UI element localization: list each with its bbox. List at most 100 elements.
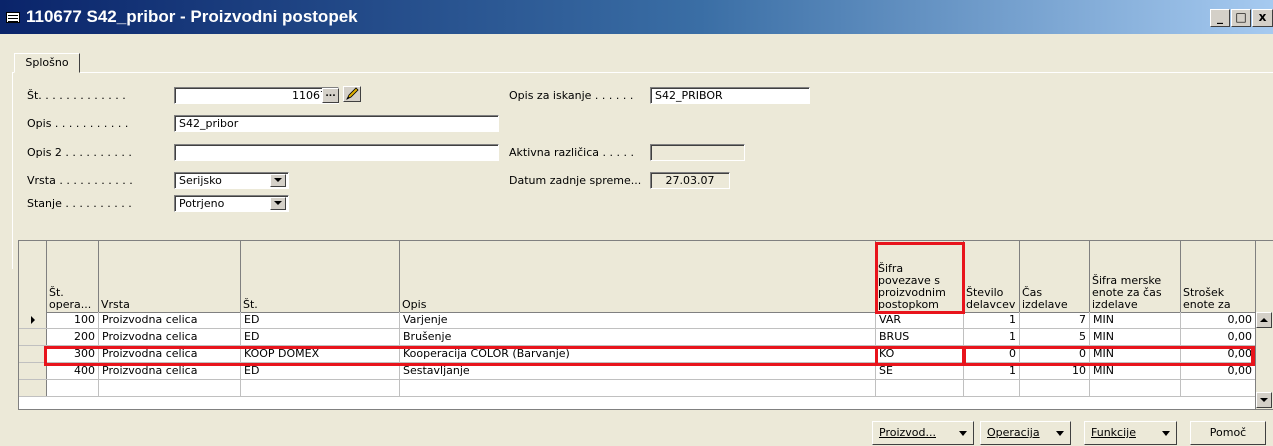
cell-empty[interactable] [47, 380, 99, 396]
cell-empty[interactable] [964, 380, 1020, 396]
cell-st-operacije[interactable]: 300 [47, 346, 99, 362]
header-stevilo-delavcev[interactable]: Število delavcev [964, 241, 1020, 312]
cell-sifra-merske-enote[interactable]: MIN [1090, 312, 1181, 328]
cell-stevilo-delavcev[interactable]: 1 [964, 312, 1020, 328]
cell-strosek-enote[interactable]: 0,00 [1181, 363, 1256, 379]
cell-empty[interactable] [99, 380, 241, 396]
cell-st-operacije[interactable]: 400 [47, 363, 99, 379]
cell-vrsta[interactable]: Proizvodna celica [99, 329, 241, 345]
opis2-field[interactable] [174, 144, 499, 161]
operations-grid[interactable]: Št. opera... Vrsta Št. Opis Šifra poveza… [18, 240, 1273, 410]
stanje-dropdown-button[interactable] [270, 197, 286, 210]
datum-field: 27.03.07 [650, 172, 730, 189]
scroll-down-button[interactable] [1256, 392, 1272, 408]
funkcije-menu-button[interactable]: Funkcije [1084, 421, 1177, 445]
st-field[interactable]: 110677 [174, 87, 339, 104]
table-row[interactable]: 200 Proizvodna celica ED Brušenje BRUS 1… [19, 329, 1273, 346]
header-sifra-povezave[interactable]: Šifra povezave s proizvodnim postopkom [876, 241, 964, 312]
cell-cas-izdelave[interactable]: 5 [1020, 329, 1090, 345]
cell-empty[interactable] [876, 380, 964, 396]
funkcije-label: Funkcije [1091, 426, 1136, 439]
opis-iskanje-label: Opis za iskanje . . . . . . [509, 89, 634, 102]
cell-strosek-enote[interactable]: 0,00 [1181, 312, 1256, 328]
form-icon [6, 12, 20, 23]
aktivna-label: Aktivna različica . . . . . [509, 146, 634, 159]
row-selector[interactable] [19, 329, 47, 345]
cell-opis[interactable]: Brušenje [400, 329, 876, 345]
chevron-down-icon [959, 431, 967, 436]
table-row[interactable]: 400 Proizvodna celica ED Sestavljanje SE… [19, 363, 1273, 380]
cell-sifra-povezave[interactable]: SE [876, 363, 964, 379]
maximize-button[interactable]: □ [1231, 9, 1251, 27]
cell-empty[interactable] [1090, 380, 1181, 396]
opis-iskanje-field[interactable]: S42_PRIBOR [650, 87, 810, 104]
stanje-label: Stanje . . . . . . . . . . [27, 197, 132, 210]
cell-sifra-merske-enote[interactable]: MIN [1090, 346, 1181, 362]
cell-strosek-enote[interactable]: 0,00 [1181, 346, 1256, 362]
pomoc-button[interactable]: Pomoč [1190, 421, 1266, 445]
header-opis[interactable]: Opis [400, 241, 876, 312]
cell-st-operacije[interactable]: 200 [47, 329, 99, 345]
cell-opis[interactable]: Kooperacija COLOR (Barvanje) [400, 346, 876, 362]
cell-vrsta[interactable]: Proizvodna celica [99, 346, 241, 362]
edit-pencil-button[interactable] [343, 86, 361, 102]
cell-stevilo-delavcev[interactable]: 1 [964, 329, 1020, 345]
operacija-menu-button[interactable]: Operacija [980, 421, 1071, 445]
cell-cas-izdelave[interactable]: 0 [1020, 346, 1090, 362]
header-st[interactable]: Št. [241, 241, 400, 312]
cell-stevilo-delavcev[interactable]: 0 [964, 346, 1020, 362]
arrow-down-icon [1260, 398, 1268, 402]
cell-sifra-povezave[interactable]: VAR [876, 312, 964, 328]
row-selector[interactable] [19, 346, 47, 362]
cell-stevilo-delavcev[interactable]: 1 [964, 363, 1020, 379]
cell-empty[interactable] [241, 380, 400, 396]
cell-sifra-povezave[interactable]: BRUS [876, 329, 964, 345]
chevron-down-icon [1056, 431, 1064, 436]
header-strosek-enote[interactable]: Strošek enote za [1181, 241, 1256, 312]
minimize-button[interactable]: _ [1210, 9, 1230, 27]
header-vrsta[interactable]: Vrsta [99, 241, 241, 312]
cell-empty[interactable] [1020, 380, 1090, 396]
cell-empty[interactable] [400, 380, 876, 396]
header-cas-izdelave[interactable]: Čas izdelave [1020, 241, 1090, 312]
cell-st[interactable]: ED [241, 312, 400, 328]
proizvod-label: Proizvod... [879, 426, 936, 439]
opis2-label: Opis 2 . . . . . . . . . . [27, 146, 132, 159]
table-row[interactable]: 300 Proizvodna celica KOOP DOMEX Koopera… [19, 346, 1273, 363]
st-label: Št. . . . . . . . . . . . . [27, 89, 126, 102]
row-selector[interactable] [19, 312, 47, 328]
cell-empty[interactable] [1181, 380, 1256, 396]
cell-vrsta[interactable]: Proizvodna celica [99, 363, 241, 379]
vrsta-dropdown-button[interactable] [270, 174, 286, 187]
window-title: 110677 S42_pribor - Proizvodni postopek [26, 7, 358, 26]
cell-cas-izdelave[interactable]: 10 [1020, 363, 1090, 379]
header-corner [19, 241, 47, 312]
grid-vertical-scrollbar[interactable] [1255, 312, 1273, 409]
row-selector[interactable] [19, 363, 47, 379]
new-row[interactable] [19, 380, 1273, 397]
lookup-button[interactable]: ... [322, 88, 339, 103]
cell-cas-izdelave[interactable]: 7 [1020, 312, 1090, 328]
scroll-up-button[interactable] [1256, 312, 1272, 328]
table-row[interactable]: 100 Proizvodna celica ED Varjenje VAR 1 … [19, 312, 1273, 329]
cell-opis[interactable]: Sestavljanje [400, 363, 876, 379]
cell-st[interactable]: ED [241, 329, 400, 345]
opis-field[interactable]: S42_pribor [174, 115, 499, 132]
cell-strosek-enote[interactable]: 0,00 [1181, 329, 1256, 345]
cell-st[interactable]: KOOP DOMEX [241, 346, 400, 362]
tab-splosno[interactable]: Splošno [14, 53, 80, 73]
row-selector[interactable] [19, 380, 47, 396]
close-button[interactable]: x [1252, 9, 1273, 27]
current-row-pointer-icon [31, 316, 35, 324]
cell-sifra-povezave[interactable]: KO [876, 346, 964, 362]
header-sifra-merske-enote[interactable]: Šifra merske enote za čas izdelave [1090, 241, 1181, 312]
header-st-operacije[interactable]: Št. opera... [47, 241, 99, 312]
cell-st[interactable]: ED [241, 363, 400, 379]
cell-vrsta[interactable]: Proizvodna celica [99, 312, 241, 328]
cell-sifra-merske-enote[interactable]: MIN [1090, 363, 1181, 379]
cell-st-operacije[interactable]: 100 [47, 312, 99, 328]
title-bar: 110677 S42_pribor - Proizvodni postopek … [0, 0, 1273, 34]
proizvod-menu-button[interactable]: Proizvod... [872, 421, 974, 445]
cell-sifra-merske-enote[interactable]: MIN [1090, 329, 1181, 345]
cell-opis[interactable]: Varjenje [400, 312, 876, 328]
